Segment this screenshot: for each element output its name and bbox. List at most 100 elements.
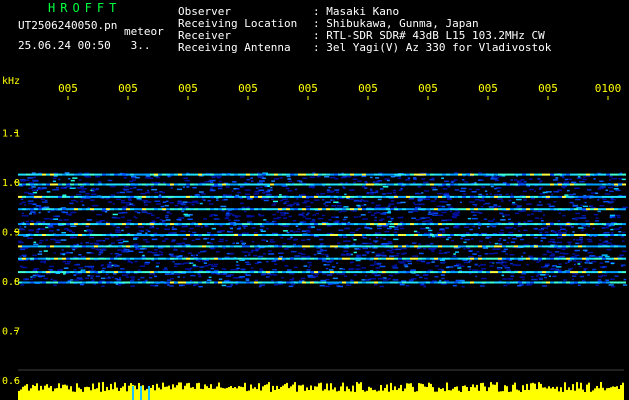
signal-segment: [106, 195, 110, 198]
signal-segment: [406, 257, 410, 260]
signal-segment: [486, 271, 490, 274]
noise-speck: [552, 179, 558, 181]
noise-speck: [328, 186, 332, 189]
noise-speck: [271, 279, 274, 282]
noise-speck: [85, 241, 90, 244]
signal-segment: [346, 234, 350, 236]
signal-segment: [330, 281, 334, 284]
noise-speck: [431, 261, 435, 263]
noise-speck: [116, 279, 122, 281]
noise-speck: [386, 192, 393, 195]
baseline-bar: [304, 390, 306, 400]
signal-segment: [610, 234, 614, 236]
baseline-bar: [524, 390, 526, 400]
noise-speck: [213, 263, 219, 266]
noise-speck: [506, 241, 510, 244]
noise-speck: [362, 247, 368, 250]
signal-segment: [362, 173, 366, 176]
noise-speck: [177, 276, 180, 278]
baseline-bar: [372, 390, 374, 400]
signal-segment: [326, 257, 330, 260]
noise-speck: [80, 200, 84, 203]
signal-segment: [130, 245, 134, 248]
signal-line: [18, 271, 626, 274]
signal-segment: [94, 257, 98, 260]
signal-segment: [162, 234, 166, 236]
baseline-bar: [448, 390, 450, 400]
noise-speck: [133, 236, 139, 239]
noise-speck: [155, 203, 162, 205]
signal-segment: [434, 195, 438, 198]
signal-segment: [534, 245, 538, 248]
signal-segment: [558, 195, 562, 198]
signal-segment: [522, 257, 526, 260]
noise-speck: [261, 273, 267, 275]
signal-segment: [62, 173, 66, 176]
noise-speck: [599, 276, 602, 278]
signal-segment: [202, 195, 206, 198]
signal-segment: [538, 195, 542, 198]
noise-speck: [114, 217, 121, 219]
signal-segment: [346, 245, 350, 248]
signal-segment: [30, 183, 34, 186]
signal-segment: [522, 173, 526, 176]
signal-segment: [58, 173, 62, 176]
signal-segment: [470, 183, 474, 186]
signal-segment: [126, 173, 130, 176]
signal-segment: [78, 281, 82, 284]
noise-speck: [480, 205, 484, 208]
noise-speck: [422, 221, 426, 223]
noise-speck: [408, 211, 413, 213]
signal-segment: [126, 234, 130, 236]
signal-segment: [614, 271, 618, 274]
signal-segment: [178, 245, 182, 248]
noise-speck: [472, 225, 476, 228]
signal-segment: [422, 234, 426, 236]
noise-speck: [565, 262, 568, 264]
noise-speck: [428, 248, 432, 250]
noise-speck: [302, 216, 306, 218]
signal-segment: [358, 223, 362, 226]
noise-speck: [18, 259, 24, 261]
signal-segment: [494, 208, 498, 211]
noise-speck: [210, 267, 214, 270]
noise-speck: [439, 201, 445, 203]
signal-segment: [346, 183, 350, 186]
noise-speck: [292, 231, 296, 233]
signal-segment: [178, 234, 182, 236]
signal-segment: [566, 257, 570, 260]
noise-speck: [117, 249, 123, 251]
noise-speck: [551, 193, 554, 196]
signal-segment: [566, 281, 570, 284]
noise-speck: [246, 214, 251, 217]
noise-speck: [244, 255, 247, 257]
noise-speck: [24, 226, 27, 228]
signal-segment: [250, 234, 254, 236]
signal-segment: [398, 281, 402, 284]
baseline-bar: [122, 386, 124, 400]
noise-speck: [192, 200, 199, 203]
noise-speck: [505, 253, 508, 255]
noise-speck: [419, 276, 423, 279]
signal-segment: [594, 234, 598, 236]
noise-speck: [182, 276, 186, 279]
signal-segment: [222, 234, 226, 236]
noise-speck: [502, 182, 507, 184]
noise-speck: [454, 189, 460, 191]
noise-speck: [430, 242, 434, 245]
signal-segment: [38, 195, 42, 198]
noise-speck: [127, 219, 132, 222]
noise-speck: [569, 193, 574, 196]
signal-segment: [390, 234, 394, 236]
signal-segment: [26, 195, 30, 198]
noise-speck: [610, 206, 613, 209]
noise-speck: [99, 250, 104, 252]
noise-speck: [518, 259, 524, 261]
noise-speck: [116, 226, 120, 229]
noise-speck: [169, 212, 172, 215]
signal-segment: [514, 257, 518, 260]
baseline-bar: [600, 382, 602, 400]
signal-segment: [506, 234, 510, 236]
signal-segment: [122, 223, 126, 226]
noise-speck: [569, 201, 574, 204]
